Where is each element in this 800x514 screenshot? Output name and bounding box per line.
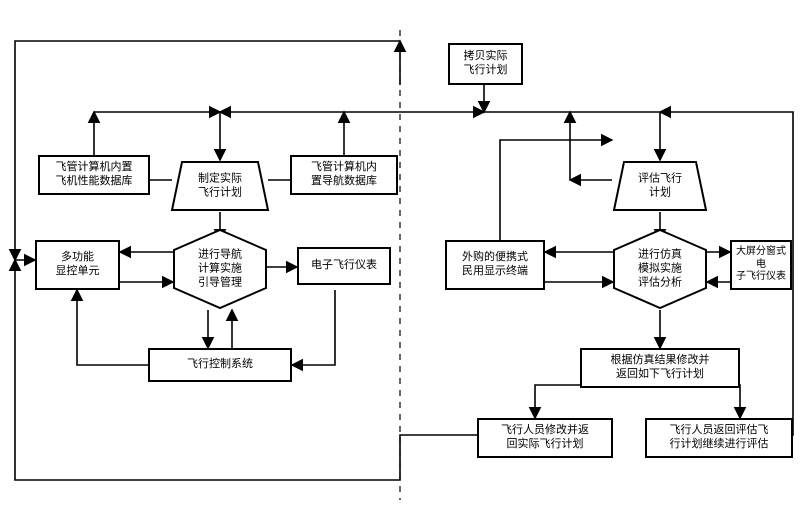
node-make-plan: 制定实际飞行计划 bbox=[170, 160, 270, 212]
label: 外购的便携式民用显示终端 bbox=[462, 251, 528, 279]
label: 制定实际飞行计划 bbox=[170, 172, 270, 200]
node-crew-return: 飞行人员返回评估飞行计划继续进行评估 bbox=[645, 418, 793, 458]
node-sim-modify: 根据仿真结果修改并返回如下飞行计划 bbox=[580, 348, 740, 388]
node-nav-mgmt: 进行导航计算实施引导管理 bbox=[172, 228, 268, 310]
node-mfd: 多功能显控单元 bbox=[35, 240, 120, 290]
label: 多功能显控单元 bbox=[56, 251, 100, 279]
label: 电子飞行仪表 bbox=[311, 259, 377, 273]
node-efi: 电子飞行仪表 bbox=[297, 247, 391, 285]
node-eval-plan: 评估飞行计划 bbox=[612, 160, 708, 212]
label: 飞管计算机内置导航数据库 bbox=[311, 161, 377, 189]
node-fcs: 飞行控制系统 bbox=[148, 348, 292, 382]
label: 进行仿真模拟实施评估分析 bbox=[612, 248, 708, 289]
node-split-efi: 大屏分窗式电子飞行仪表 bbox=[730, 240, 792, 290]
node-crew-modify: 飞行人员修改并返回实际飞行计划 bbox=[477, 418, 613, 458]
label: 飞行人员返回评估飞行计划继续进行评估 bbox=[670, 424, 769, 452]
node-copy-plan: 拷贝实际飞行计划 bbox=[448, 43, 523, 85]
node-perf-db: 飞管计算机内置飞机性能数据库 bbox=[38, 155, 150, 195]
label: 大屏分窗式电子飞行仪表 bbox=[736, 246, 786, 284]
label: 进行导航计算实施引导管理 bbox=[172, 248, 268, 289]
label: 拷贝实际飞行计划 bbox=[464, 50, 508, 78]
label: 飞行人员修改并返回实际飞行计划 bbox=[501, 424, 589, 452]
label: 根据仿真结果修改并返回如下飞行计划 bbox=[611, 354, 710, 382]
node-nav-db: 飞管计算机内置导航数据库 bbox=[290, 155, 398, 195]
node-portable: 外购的便携式民用显示终端 bbox=[445, 240, 545, 290]
label: 评估飞行计划 bbox=[612, 172, 708, 200]
label: 飞管计算机内置飞机性能数据库 bbox=[56, 161, 133, 189]
label: 飞行控制系统 bbox=[187, 358, 253, 372]
node-sim-analyze: 进行仿真模拟实施评估分析 bbox=[612, 228, 708, 310]
